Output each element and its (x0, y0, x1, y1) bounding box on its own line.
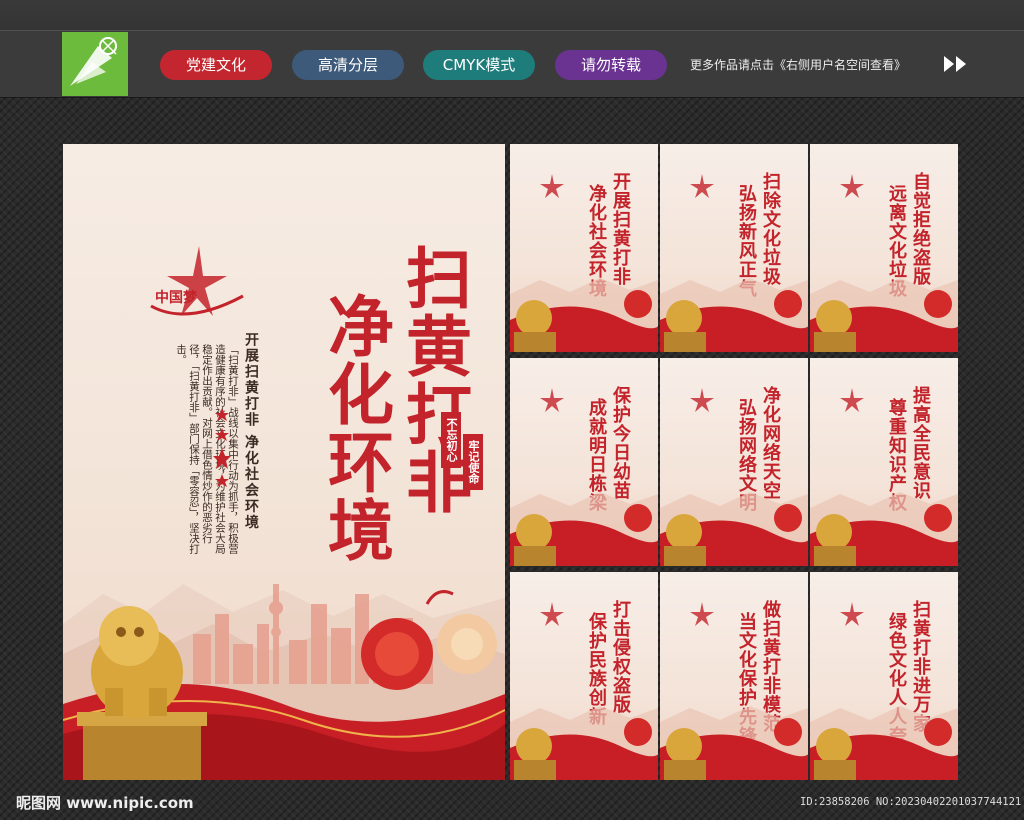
site-watermark: 昵图网 www.nipic.com (16, 794, 194, 812)
card-title-line1: 扫除文化垃圾 (760, 172, 781, 286)
china-dream-logo-text: 中国梦 (155, 289, 198, 306)
lion-ribbon-decoration-icon (510, 278, 658, 352)
poster-card[interactable]: 扫除文化垃圾 弘扬新风正气 (660, 144, 808, 352)
china-dream-logo-icon (690, 602, 714, 626)
lion-ribbon-decoration-icon (510, 706, 658, 780)
lion-ribbon-decoration-icon (810, 706, 958, 780)
golden-lion-statue-icon (77, 606, 207, 780)
main-poster: 中国梦 扫黄打非 净化环境 开展扫黄打非 净化社会环境 「扫黄打非」战线以集中行… (63, 144, 505, 780)
china-dream-logo-icon (690, 388, 714, 412)
lion-ribbon-decoration-icon (810, 278, 958, 352)
poster-card[interactable]: 提高全民意识 尊重知识产权 (810, 358, 958, 566)
tag-party-culture[interactable]: 党建文化 (160, 50, 272, 80)
poster-card[interactable]: 开展扫黄打非 净化社会环境 (510, 144, 658, 352)
card-title-line1: 保护今日幼苗 (610, 386, 631, 500)
china-dream-logo-icon: 中国梦 (150, 246, 244, 316)
seal-stamp-left: 不忘初心 (441, 412, 461, 468)
china-dream-logo-icon (540, 602, 564, 626)
poster-card[interactable]: 净化网络天空 弘扬网络文明 (660, 358, 808, 566)
image-id-text: ID:23858206 NO:20230402201037744121 (800, 796, 1022, 808)
seal-stamp-right: 牢记使命 (463, 434, 483, 490)
lion-ribbon-decoration-icon (660, 706, 808, 780)
lion-ribbon-decoration-icon (660, 278, 808, 352)
poster-subtitle: 开展扫黄打非 净化社会环境 (243, 332, 259, 531)
poster-card[interactable]: 做扫黄打非模范 当文化保护先锋 (660, 572, 808, 780)
card-title-line1: 开展扫黄打非 (610, 172, 631, 286)
poster-title-line1: 扫黄打非 (395, 244, 473, 516)
poster-card[interactable]: 打击侵权盗版 保护民族创新 (510, 572, 658, 780)
card-title-line1: 净化网络天空 (760, 386, 781, 500)
lion-ribbon-decoration-icon (660, 492, 808, 566)
poster-card[interactable]: 自觉拒绝盗版 远离文化垃圾 (810, 144, 958, 352)
lion-ribbon-decoration-icon (810, 492, 958, 566)
poster-card[interactable]: 扫黄打非进万家 绿色文化人人夸 (810, 572, 958, 780)
card-title-line1: 提高全民意识 (910, 386, 931, 500)
top-banner: 党建文化 高清分层 CMYK模式 请勿转载 更多作品请点击《右侧用户名空间查看》 (0, 0, 1024, 98)
double-arrow-right-icon[interactable] (942, 54, 972, 74)
china-dream-logo-icon (540, 388, 564, 412)
more-works-link[interactable]: 更多作品请点击《右侧用户名空间查看》 (690, 56, 906, 73)
poster-card[interactable]: 保护今日幼苗 成就明日栋梁 (510, 358, 658, 566)
card-title-line1: 自觉拒绝盗版 (910, 172, 931, 286)
lion-ribbon-decoration-icon (510, 492, 658, 566)
tag-hd-layers[interactable]: 高清分层 (292, 50, 404, 80)
china-dream-logo-icon (840, 602, 864, 626)
china-dream-logo-icon (840, 388, 864, 412)
china-dream-logo-icon (840, 174, 864, 198)
poster-title-line2: 净化环境 (317, 292, 395, 564)
china-dream-logo-icon (690, 174, 714, 198)
tag-cmyk[interactable]: CMYK模式 (423, 50, 535, 80)
card-title-line1: 打击侵权盗版 (610, 600, 631, 714)
pen-logo-icon (62, 32, 128, 96)
tag-no-repost[interactable]: 请勿转载 (555, 50, 667, 80)
stars-divider-icon (213, 408, 231, 487)
china-dream-logo-icon (540, 174, 564, 198)
